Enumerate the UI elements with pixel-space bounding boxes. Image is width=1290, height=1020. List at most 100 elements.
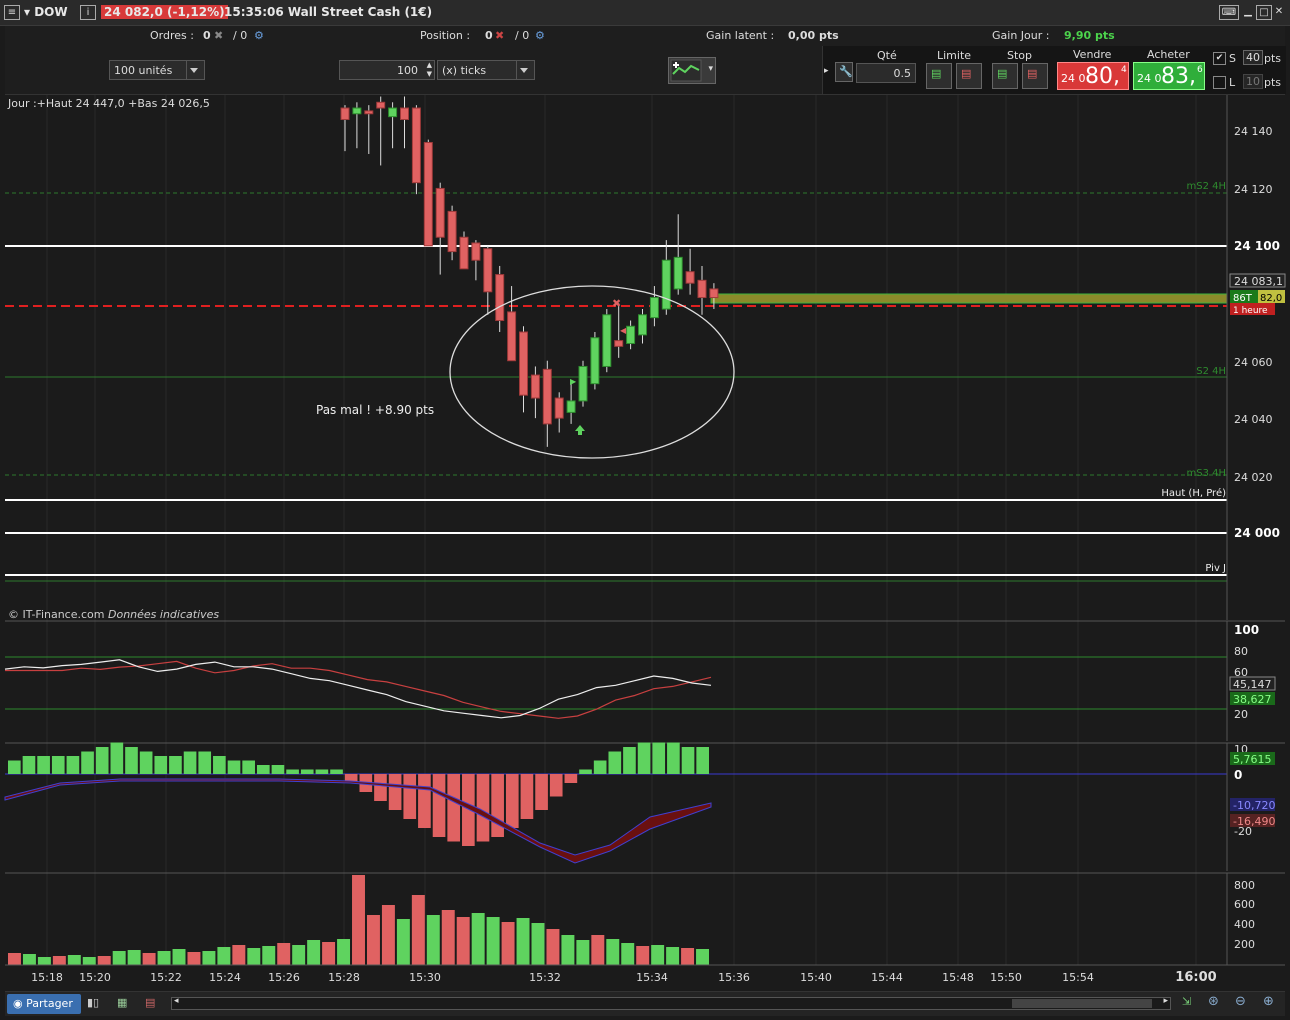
- orders-total: / 0: [233, 29, 248, 42]
- macd-bar: [432, 774, 446, 837]
- candle-type-icon[interactable]: ▮▯: [87, 996, 99, 1009]
- candle-body: [459, 236, 469, 270]
- expand-arrow-icon[interactable]: ▸: [824, 66, 829, 76]
- volume-bar: [381, 905, 395, 965]
- macd-bar: [667, 742, 680, 774]
- keyboard-icon[interactable]: ⌨: [1219, 5, 1239, 20]
- stop-buy-icon: ▤: [997, 67, 1008, 80]
- stop-buy-button[interactable]: ▤: [992, 63, 1018, 89]
- cancel-orders-icon[interactable]: ✖: [214, 29, 223, 42]
- limit-sell-button[interactable]: ▤: [956, 63, 982, 89]
- volume-bar: [471, 913, 485, 965]
- zoom-in-icon[interactable]: ⊕: [1263, 994, 1274, 1009]
- zoom-out-icon[interactable]: ⊖: [1235, 994, 1246, 1009]
- volume-bar: [307, 940, 321, 965]
- auto-scale-icon[interactable]: ⇲: [1182, 995, 1191, 1008]
- stepper-arrows-icon[interactable]: ▲ ▼: [427, 61, 432, 79]
- volume-bar: [456, 917, 470, 965]
- orders-settings-icon[interactable]: ⚙: [254, 29, 264, 42]
- info-icon[interactable]: i: [80, 5, 96, 20]
- chart-tools-button[interactable]: ▾: [668, 57, 716, 84]
- orders-label: Ordres :: [150, 29, 194, 42]
- volume-bar: [352, 875, 365, 965]
- ms2-level-label: mS2 4H: [1186, 181, 1226, 192]
- instrument-symbol[interactable]: ▾ DOW: [24, 5, 68, 19]
- macd-bar: [476, 774, 490, 842]
- window-menu-icon[interactable]: ≡: [4, 5, 20, 20]
- s-checkbox[interactable]: ✔: [1213, 52, 1226, 65]
- candle-body: [626, 325, 636, 344]
- time-tick: 15:36: [718, 971, 750, 984]
- macd-bar: [110, 742, 124, 774]
- chart-area[interactable]: ✖ ▶ ◀ Pas mal ! +8.90 pts Jour :+Haut 24…: [0, 95, 1290, 991]
- gain-jour-label: Gain Jour :: [992, 29, 1050, 42]
- title-bar: ≡ ▾ DOW i 24 082,0 (-1,12%) 15:35:06 Wal…: [0, 0, 1290, 26]
- share-icon: ◉: [13, 997, 27, 1010]
- time-tick: 15:26: [268, 971, 300, 984]
- dropdown-icon: ▾: [24, 5, 35, 19]
- close-icon[interactable]: ✕: [1272, 5, 1286, 18]
- scrollbar-thumb[interactable]: [1012, 999, 1152, 1008]
- current-price-band: [710, 293, 1228, 304]
- macd-bar: [403, 774, 417, 819]
- volume-bar: [651, 945, 665, 965]
- price-change-badge: 24 082,0 (-1,12%): [101, 5, 228, 19]
- macd-bar: [213, 756, 226, 774]
- candle-body: [435, 187, 445, 238]
- volume-bar: [337, 939, 351, 965]
- restore-icon[interactable]: □: [1256, 5, 1272, 20]
- chart-tools-icon: [670, 59, 702, 82]
- volume-bar: [426, 915, 440, 965]
- osc-tick: 100: [1234, 623, 1259, 637]
- sell-button[interactable]: 24 0 80, 4: [1057, 62, 1129, 90]
- macd-bar: [271, 765, 285, 774]
- l-value-input[interactable]: 10: [1243, 74, 1263, 89]
- zoom-fit-icon[interactable]: ⊛: [1208, 994, 1219, 1009]
- scroll-right-icon[interactable]: ▸: [1163, 996, 1168, 1006]
- s-value-input[interactable]: 40: [1243, 50, 1263, 65]
- wrench-button[interactable]: 🔧: [835, 62, 853, 82]
- share-button[interactable]: ◉ Partager: [7, 994, 81, 1014]
- candle-body: [340, 107, 350, 121]
- macd-bar: [418, 774, 431, 828]
- units-select[interactable]: 100 unités: [109, 60, 205, 80]
- limit-buy-button[interactable]: ▤: [926, 63, 952, 89]
- sell-marker-icon: ✖: [612, 297, 621, 310]
- macd-bar: [22, 756, 36, 774]
- trading-toolbar: 100 unités 100 ▲ ▼ (x) ticks ▾ ▸ 🔧 Qté 0.…: [5, 46, 1286, 95]
- qty-label: Qté: [877, 49, 897, 62]
- bottom-bar: ◉ Partager ▮▯ ▦ ▤ ◂ ▸ ⇲ ⊛ ⊖ ⊕: [5, 991, 1285, 1016]
- volume-bar: [8, 953, 21, 965]
- minimize-icon[interactable]: ▁: [1241, 5, 1255, 18]
- candle-body: [685, 271, 695, 284]
- time-tick: 15:32: [529, 971, 561, 984]
- volume-bar: [681, 948, 695, 965]
- position-settings-icon[interactable]: ⚙: [535, 29, 545, 42]
- volume-bar: [531, 923, 545, 965]
- macd-bar: [564, 774, 578, 783]
- qty-input[interactable]: 0.5: [856, 63, 916, 83]
- candle-body: [376, 101, 386, 109]
- l-checkbox[interactable]: [1213, 76, 1226, 89]
- buy-button[interactable]: 24 0 83, 6: [1133, 62, 1205, 90]
- sell-label: Vendre: [1073, 48, 1112, 61]
- time-tick: 15:20: [79, 971, 111, 984]
- indicators-icon[interactable]: ▤: [145, 996, 155, 1009]
- s-label: S: [1229, 52, 1236, 65]
- close-position-icon[interactable]: ✖: [495, 29, 504, 42]
- ticks-stepper[interactable]: 100 ▲ ▼: [339, 60, 435, 80]
- volume-tick: 400: [1234, 918, 1255, 931]
- candle-body: [388, 107, 398, 118]
- timeframe-tag-text: 1 heure: [1233, 306, 1268, 316]
- macd-value-2: -10,720: [1233, 799, 1275, 812]
- exit-marker-icon: ◀: [620, 326, 627, 335]
- candle-body: [471, 242, 481, 261]
- volume-bar: [441, 910, 455, 965]
- ticks-unit-select[interactable]: (x) ticks: [437, 60, 535, 80]
- scroll-left-icon[interactable]: ◂: [174, 996, 179, 1006]
- limit-label: Limite: [937, 49, 972, 62]
- stop-sell-button[interactable]: ▤: [1022, 63, 1048, 89]
- calendar-icon[interactable]: ▦: [117, 996, 127, 1009]
- horizontal-scrollbar[interactable]: ◂ ▸: [171, 996, 1171, 1010]
- candle-body: [423, 141, 433, 247]
